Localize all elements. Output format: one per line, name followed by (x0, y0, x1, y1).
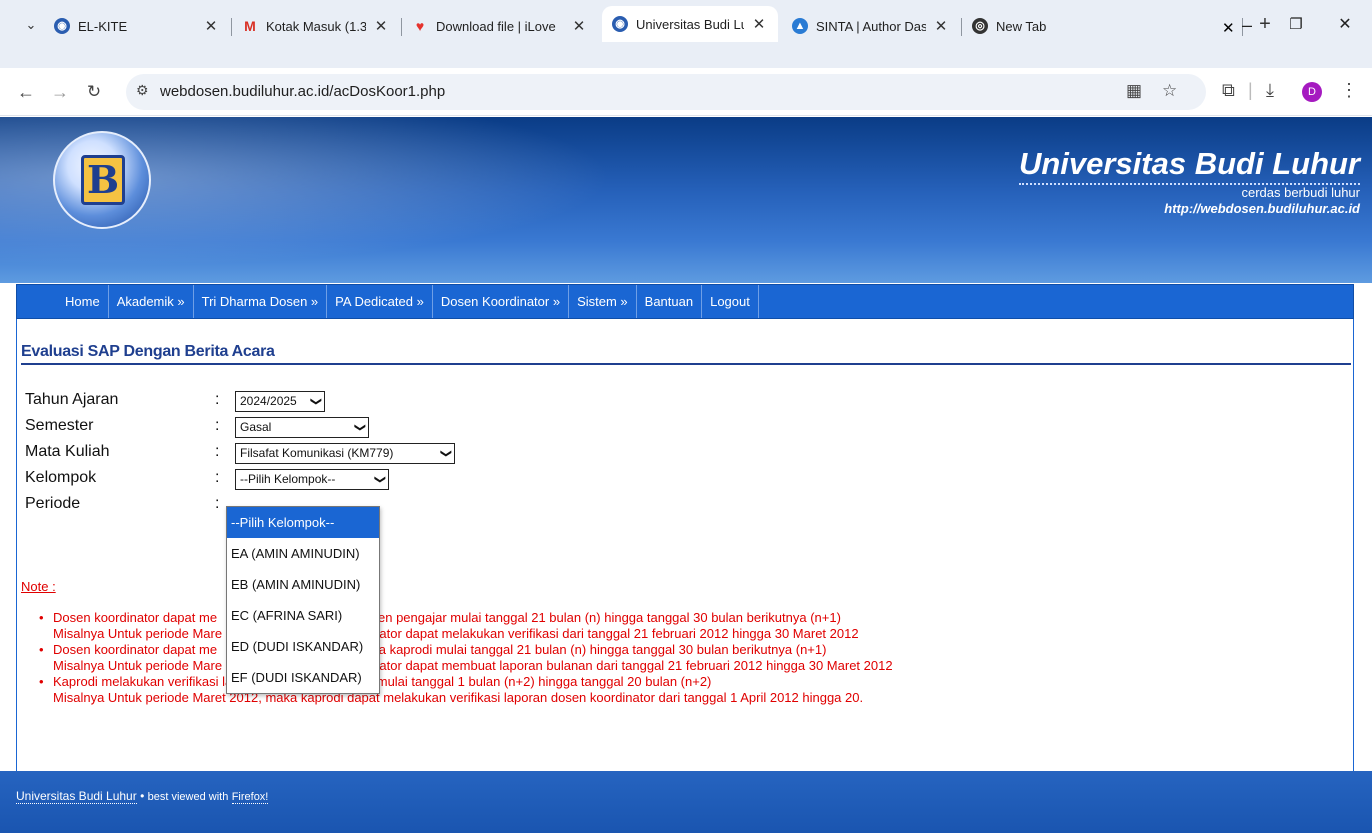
kelompok-option[interactable]: EA (AMIN AMINUDIN) (227, 538, 379, 569)
reload-icon[interactable]: ↻ (80, 78, 108, 106)
menu-home[interactable]: Home (17, 285, 109, 318)
sinta-icon: ▲ (792, 18, 808, 34)
page-title: Evaluasi SAP Dengan Berita Acara (21, 343, 1351, 365)
menu-pa-dedicated[interactable]: PA Dedicated » (327, 285, 433, 318)
kelompok-option[interactable]: EB (AMIN AMINUDIN) (227, 569, 379, 600)
mata-kuliah-select[interactable]: Filsafat Komunikasi (KM779) ❯ (235, 443, 455, 464)
url-text[interactable]: webdosen.budiluhur.ac.id/acDosKoor1.php (160, 83, 445, 100)
browser-tab-strip: ⌄ ◉ EL-KITE ✕ M Kotak Masuk (1.398) - ✕ … (0, 0, 1372, 68)
window-close-icon[interactable]: ✕ (1330, 10, 1360, 40)
close-icon[interactable]: ✕ (570, 17, 588, 35)
chevron-down-icon: ❯ (439, 448, 452, 459)
tab-el-kite[interactable]: ◉ EL-KITE ✕ (44, 10, 230, 42)
kelompok-option[interactable]: EC (AFRINA SARI) (227, 600, 379, 631)
download-icon[interactable]: ⤓ (1266, 80, 1274, 101)
menu-sistem[interactable]: Sistem » (569, 285, 637, 318)
tab-label: Universitas Budi Luhu (636, 16, 744, 32)
brand-motto: cerdas berbudi luhur (1241, 185, 1360, 200)
forward-icon[interactable]: → (46, 78, 74, 106)
kelompok-dropdown: --Pilih Kelompok-- EA (AMIN AMINUDIN) EB… (226, 506, 380, 694)
footer-org-link[interactable]: Universitas Budi Luhur (16, 789, 137, 804)
globe-icon: ◉ (54, 18, 70, 34)
footer-firefox-link[interactable]: Firefox! (231, 791, 269, 804)
kelompok-option[interactable]: EF (DUDI ISKANDAR) (227, 662, 379, 693)
kelompok-option[interactable]: ED (DUDI ISKANDAR) (227, 631, 379, 662)
menu-dosen-koordinator[interactable]: Dosen Koordinator » (433, 285, 570, 318)
brand-name: Universitas Budi Luhur (1018, 145, 1360, 185)
kelompok-option[interactable]: --Pilih Kelompok-- (227, 507, 379, 538)
tab-sinta[interactable]: ▲ SINTA | Author Dashb ✕ (782, 10, 960, 42)
translate-icon[interactable]: ▦ (1126, 81, 1142, 101)
profile-avatar[interactable]: D (1302, 82, 1322, 102)
chevron-down-icon: ❯ (309, 396, 322, 407)
university-logo: B (53, 131, 151, 229)
tab-label: SINTA | Author Dashb (816, 18, 926, 34)
tab-label: EL-KITE (78, 18, 128, 34)
tab-ilovepdf[interactable]: ♥ Download file | iLove ✕ (402, 10, 598, 42)
restore-icon[interactable]: ❐ (1281, 10, 1311, 40)
close-icon[interactable]: ✕ (932, 17, 950, 35)
kelompok-select[interactable]: --Pilih Kelompok-- ❯ (235, 469, 389, 490)
web-page: B Universitas Budi Luhur cerdas berbudi … (0, 117, 1372, 833)
site-header: B Universitas Budi Luhur cerdas berbudi … (0, 117, 1372, 283)
brand-site: http://webdosen.budiluhur.ac.id (1164, 201, 1360, 216)
browser-toolbar: ← → ↻ ⚙ webdosen.budiluhur.ac.id/acDosKo… (0, 68, 1372, 116)
close-icon[interactable]: ✕ (202, 17, 220, 35)
brand-block: Universitas Budi Luhur cerdas berbudi lu… (1018, 145, 1360, 218)
main-content: Evaluasi SAP Dengan Berita Acara Tahun A… (16, 319, 1354, 771)
menu-kebab-icon[interactable]: ⋮ (1340, 80, 1358, 101)
site-info-icon[interactable]: ⚙ (136, 82, 149, 99)
gmail-icon: M (244, 18, 256, 34)
toolbar-divider: | (1248, 80, 1253, 100)
chevron-down-icon: ❯ (353, 422, 366, 433)
tab-label: Download file | iLove (436, 18, 556, 34)
back-icon[interactable]: ← (12, 78, 40, 106)
menu-tri-dharma[interactable]: Tri Dharma Dosen » (194, 285, 328, 318)
menu-logout[interactable]: Logout (702, 285, 759, 318)
tab-label: New Tab (996, 18, 1047, 34)
site-footer: Universitas Budi Luhur • best viewed wit… (0, 771, 1372, 833)
ubl-icon: ◉ (612, 16, 628, 32)
address-bar[interactable]: ⚙ webdosen.budiluhur.ac.id/acDosKoor1.ph… (126, 74, 1206, 110)
heart-icon: ♥ (415, 18, 425, 34)
tab-search-icon[interactable]: ⌄ (18, 12, 44, 38)
extensions-icon[interactable]: ⧉ (1222, 80, 1235, 101)
tab-new-tab[interactable]: ◎ New Tab (962, 10, 1046, 42)
close-icon[interactable]: ✕ (750, 15, 768, 33)
semester-select[interactable]: Gasal ❯ (235, 417, 369, 438)
tahun-ajaran-select[interactable]: 2024/2025 ❯ (235, 391, 325, 412)
chrome-icon: ◎ (972, 18, 988, 34)
main-menu: Home Akademik » Tri Dharma Dosen » PA De… (16, 284, 1354, 319)
chevron-down-icon: ❯ (373, 474, 386, 485)
note-label: Note : (21, 579, 56, 594)
menu-akademik[interactable]: Akademik » (109, 285, 194, 318)
star-icon[interactable]: ☆ (1162, 81, 1177, 101)
tab-gmail[interactable]: M Kotak Masuk (1.398) - ✕ (232, 10, 400, 42)
tab-universitas-budi-luhur[interactable]: ◉ Universitas Budi Luhu ✕ (602, 6, 778, 42)
close-icon[interactable]: ✕ (372, 17, 390, 35)
minimize-icon[interactable]: – (1232, 10, 1262, 40)
tab-label: Kotak Masuk (1.398) - (266, 18, 366, 34)
menu-bantuan[interactable]: Bantuan (637, 285, 703, 318)
